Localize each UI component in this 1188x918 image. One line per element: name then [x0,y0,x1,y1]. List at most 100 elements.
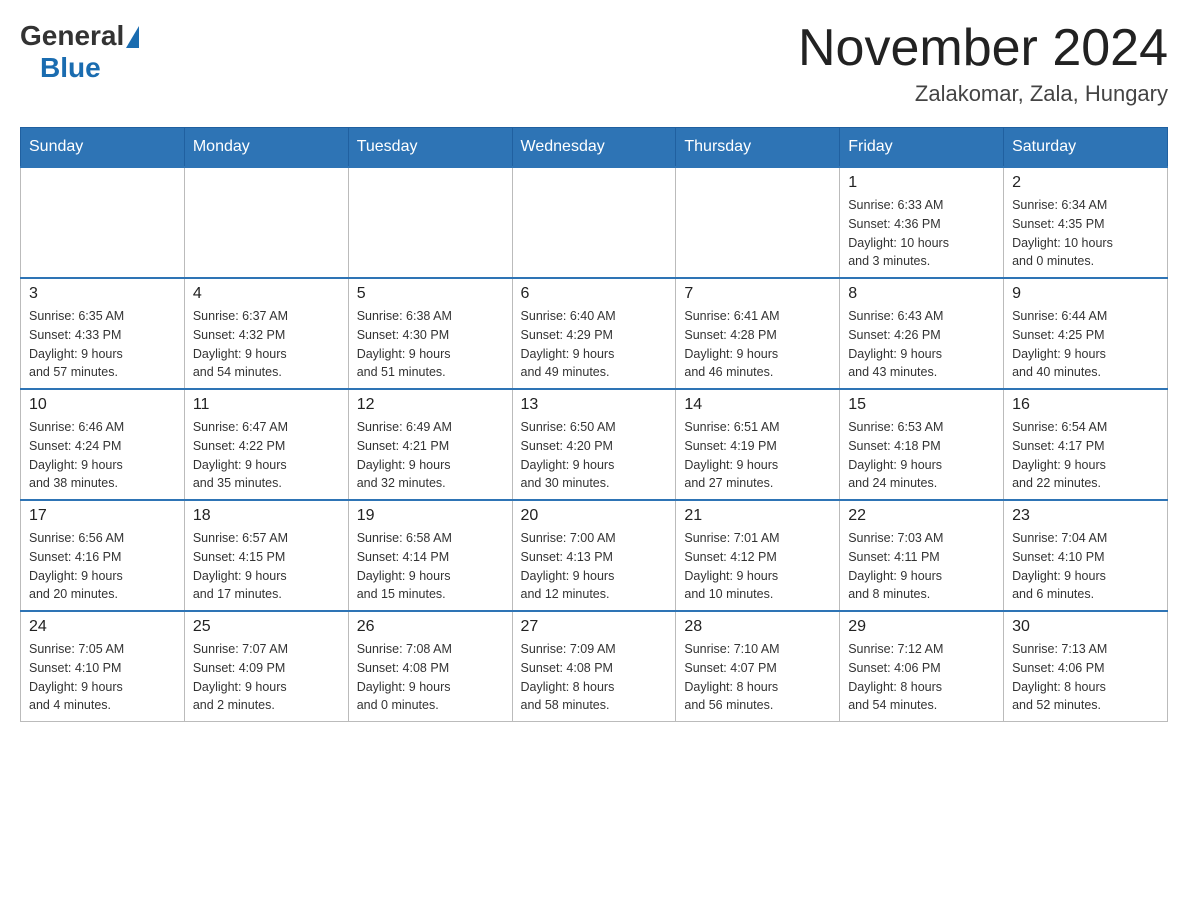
calendar-week-4: 17 Sunrise: 6:56 AM Sunset: 4:16 PM Dayli… [21,500,1168,611]
day-info: Sunrise: 6:38 AM Sunset: 4:30 PM Dayligh… [357,307,504,382]
day-number: 20 [521,507,668,525]
calendar-cell: 20 Sunrise: 7:00 AM Sunset: 4:13 PM Dayli… [512,500,676,611]
calendar-header-saturday: Saturday [1004,128,1168,168]
day-info: Sunrise: 6:53 AM Sunset: 4:18 PM Dayligh… [848,418,995,493]
calendar-week-1: 1Sunrise: 6:33 AM Sunset: 4:36 PM Daylig… [21,167,1168,278]
day-info: Sunrise: 6:49 AM Sunset: 4:21 PM Dayligh… [357,418,504,493]
day-info: Sunrise: 6:40 AM Sunset: 4:29 PM Dayligh… [521,307,668,382]
day-info: Sunrise: 7:00 AM Sunset: 4:13 PM Dayligh… [521,529,668,604]
calendar-cell: 27 Sunrise: 7:09 AM Sunset: 4:08 PM Dayli… [512,611,676,722]
calendar-cell [184,167,348,278]
day-info: Sunrise: 6:56 AM Sunset: 4:16 PM Dayligh… [29,529,176,604]
calendar-header-thursday: Thursday [676,128,840,168]
logo-triangle-icon [126,26,139,48]
calendar-cell [676,167,840,278]
day-info: Sunrise: 6:37 AM Sunset: 4:32 PM Dayligh… [193,307,340,382]
calendar-week-3: 10Sunrise: 6:46 AM Sunset: 4:24 PM Dayli… [21,389,1168,500]
calendar-cell: 1Sunrise: 6:33 AM Sunset: 4:36 PM Daylig… [840,167,1004,278]
day-number: 3 [29,285,176,303]
day-info: Sunrise: 6:47 AM Sunset: 4:22 PM Dayligh… [193,418,340,493]
calendar-cell: 13Sunrise: 6:50 AM Sunset: 4:20 PM Dayli… [512,389,676,500]
calendar-header-wednesday: Wednesday [512,128,676,168]
day-number: 24 [29,618,176,636]
day-info: Sunrise: 6:46 AM Sunset: 4:24 PM Dayligh… [29,418,176,493]
calendar-cell: 14 Sunrise: 6:51 AM Sunset: 4:19 PM Dayli… [676,389,840,500]
day-number: 22 [848,507,995,525]
day-info: Sunrise: 7:10 AM Sunset: 4:07 PM Dayligh… [684,640,831,715]
calendar-header-sunday: Sunday [21,128,185,168]
calendar-cell: 9 Sunrise: 6:44 AM Sunset: 4:25 PM Daylig… [1004,278,1168,389]
day-number: 18 [193,507,340,525]
day-number: 8 [848,285,995,303]
calendar-cell: 24 Sunrise: 7:05 AM Sunset: 4:10 PM Dayli… [21,611,185,722]
day-number: 9 [1012,285,1159,303]
day-info: Sunrise: 7:09 AM Sunset: 4:08 PM Dayligh… [521,640,668,715]
day-number: 5 [357,285,504,303]
calendar-cell [348,167,512,278]
day-info: Sunrise: 7:07 AM Sunset: 4:09 PM Dayligh… [193,640,340,715]
day-number: 17 [29,507,176,525]
calendar-header-row: SundayMondayTuesdayWednesdayThursdayFrid… [21,128,1168,168]
day-info: Sunrise: 6:33 AM Sunset: 4:36 PM Dayligh… [848,196,995,271]
day-info: Sunrise: 6:43 AM Sunset: 4:26 PM Dayligh… [848,307,995,382]
calendar-week-2: 3 Sunrise: 6:35 AM Sunset: 4:33 PM Daylig… [21,278,1168,389]
day-info: Sunrise: 6:34 AM Sunset: 4:35 PM Dayligh… [1012,196,1159,271]
day-number: 12 [357,396,504,414]
day-number: 28 [684,618,831,636]
logo: General Blue [20,20,139,84]
day-info: Sunrise: 6:58 AM Sunset: 4:14 PM Dayligh… [357,529,504,604]
calendar-cell: 21 Sunrise: 7:01 AM Sunset: 4:12 PM Dayli… [676,500,840,611]
day-number: 30 [1012,618,1159,636]
logo-text-general: General [20,20,124,52]
day-info: Sunrise: 7:03 AM Sunset: 4:11 PM Dayligh… [848,529,995,604]
calendar-cell: 15 Sunrise: 6:53 AM Sunset: 4:18 PM Dayli… [840,389,1004,500]
logo-text-blue: Blue [40,52,101,83]
day-info: Sunrise: 6:41 AM Sunset: 4:28 PM Dayligh… [684,307,831,382]
day-number: 13 [521,396,668,414]
day-number: 29 [848,618,995,636]
title-section: November 2024 Zalakomar, Zala, Hungary [798,20,1168,107]
day-info: Sunrise: 7:01 AM Sunset: 4:12 PM Dayligh… [684,529,831,604]
calendar-cell: 3 Sunrise: 6:35 AM Sunset: 4:33 PM Daylig… [21,278,185,389]
calendar-cell: 19 Sunrise: 6:58 AM Sunset: 4:14 PM Dayli… [348,500,512,611]
calendar-week-5: 24 Sunrise: 7:05 AM Sunset: 4:10 PM Dayli… [21,611,1168,722]
day-number: 14 [684,396,831,414]
day-number: 26 [357,618,504,636]
day-info: Sunrise: 7:13 AM Sunset: 4:06 PM Dayligh… [1012,640,1159,715]
calendar-cell: 28 Sunrise: 7:10 AM Sunset: 4:07 PM Dayli… [676,611,840,722]
day-number: 11 [193,396,340,414]
day-info: Sunrise: 6:35 AM Sunset: 4:33 PM Dayligh… [29,307,176,382]
calendar-cell: 12 Sunrise: 6:49 AM Sunset: 4:21 PM Dayli… [348,389,512,500]
day-number: 27 [521,618,668,636]
day-info: Sunrise: 6:44 AM Sunset: 4:25 PM Dayligh… [1012,307,1159,382]
calendar-cell: 26Sunrise: 7:08 AM Sunset: 4:08 PM Dayli… [348,611,512,722]
day-number: 25 [193,618,340,636]
day-number: 15 [848,396,995,414]
day-number: 23 [1012,507,1159,525]
location: Zalakomar, Zala, Hungary [798,81,1168,107]
day-number: 16 [1012,396,1159,414]
calendar-cell: 17 Sunrise: 6:56 AM Sunset: 4:16 PM Dayli… [21,500,185,611]
calendar-cell: 30 Sunrise: 7:13 AM Sunset: 4:06 PM Dayli… [1004,611,1168,722]
calendar-cell: 25 Sunrise: 7:07 AM Sunset: 4:09 PM Dayli… [184,611,348,722]
calendar-cell: 18Sunrise: 6:57 AM Sunset: 4:15 PM Dayli… [184,500,348,611]
day-number: 6 [521,285,668,303]
day-number: 19 [357,507,504,525]
calendar-table: SundayMondayTuesdayWednesdayThursdayFrid… [20,127,1168,722]
month-title: November 2024 [798,20,1168,77]
calendar-cell: 2Sunrise: 6:34 AM Sunset: 4:35 PM Daylig… [1004,167,1168,278]
calendar-cell: 6 Sunrise: 6:40 AM Sunset: 4:29 PM Daylig… [512,278,676,389]
calendar-cell: 29Sunrise: 7:12 AM Sunset: 4:06 PM Dayli… [840,611,1004,722]
calendar-cell [21,167,185,278]
day-info: Sunrise: 7:05 AM Sunset: 4:10 PM Dayligh… [29,640,176,715]
calendar-header-friday: Friday [840,128,1004,168]
day-number: 21 [684,507,831,525]
day-number: 4 [193,285,340,303]
day-info: Sunrise: 6:51 AM Sunset: 4:19 PM Dayligh… [684,418,831,493]
calendar-cell: 11 Sunrise: 6:47 AM Sunset: 4:22 PM Dayli… [184,389,348,500]
calendar-cell: 16 Sunrise: 6:54 AM Sunset: 4:17 PM Dayli… [1004,389,1168,500]
day-info: Sunrise: 6:54 AM Sunset: 4:17 PM Dayligh… [1012,418,1159,493]
day-info: Sunrise: 7:04 AM Sunset: 4:10 PM Dayligh… [1012,529,1159,604]
calendar-header-tuesday: Tuesday [348,128,512,168]
day-number: 7 [684,285,831,303]
